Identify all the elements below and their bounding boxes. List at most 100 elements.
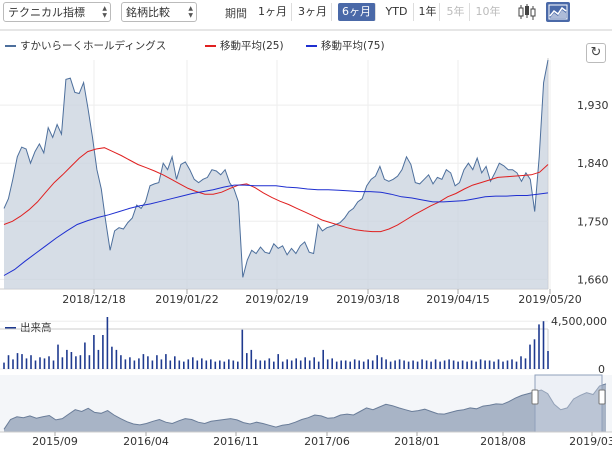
volume-bar bbox=[259, 360, 262, 369]
volume-bar bbox=[430, 361, 432, 369]
volume-bar bbox=[201, 358, 203, 369]
volume-bar bbox=[138, 358, 140, 369]
x-tick-label: 2019/01/22 bbox=[155, 293, 218, 306]
navigator-right-handle[interactable] bbox=[598, 389, 606, 405]
volume-bar bbox=[178, 360, 181, 369]
volume-bar bbox=[264, 360, 266, 369]
x-tick-label: 2019/04/15 bbox=[426, 293, 489, 306]
volume-bar bbox=[7, 355, 10, 369]
navigator-tick-label: 2019/03 bbox=[569, 435, 612, 448]
volume-bar bbox=[461, 360, 464, 369]
volume-bar bbox=[39, 357, 41, 369]
volume-bar bbox=[12, 359, 14, 369]
volume-bar bbox=[124, 359, 127, 369]
x-tick-label: 2019/05/20 bbox=[518, 293, 581, 306]
volume-bar bbox=[70, 352, 73, 369]
volume-bar bbox=[196, 360, 199, 369]
volume-bar bbox=[205, 360, 208, 369]
volume-bar bbox=[299, 360, 302, 369]
volume-bar bbox=[479, 359, 482, 369]
volume-bar bbox=[452, 360, 455, 369]
volume-bar bbox=[425, 360, 428, 369]
volume-bar bbox=[506, 360, 509, 369]
volume-bar bbox=[353, 359, 356, 369]
navigator-tick-label: 2017/06 bbox=[304, 435, 350, 448]
volume-bar bbox=[484, 360, 486, 369]
volume-bar bbox=[183, 361, 185, 369]
volume-bar bbox=[151, 360, 154, 369]
volume-bar bbox=[317, 361, 320, 369]
volume-bar bbox=[515, 361, 518, 369]
navigator-tick-label: 2015/09 bbox=[32, 435, 78, 448]
volume-bar bbox=[268, 358, 271, 369]
volume-bar bbox=[290, 360, 293, 369]
volume-bar bbox=[439, 361, 441, 369]
volume-bar bbox=[304, 357, 306, 369]
x-tick-label: 2019/02/19 bbox=[245, 293, 308, 306]
volume-bar bbox=[520, 356, 522, 369]
volume-bar bbox=[250, 349, 253, 369]
volume-bar bbox=[529, 344, 531, 369]
volume-bar bbox=[497, 359, 500, 369]
volume-bar bbox=[210, 359, 212, 369]
volume-bar bbox=[84, 342, 86, 369]
volume-bar bbox=[79, 355, 82, 369]
volume-bar bbox=[340, 360, 342, 369]
volume-bar bbox=[538, 324, 540, 369]
volume-bar bbox=[434, 359, 437, 369]
volume-bar bbox=[165, 354, 167, 369]
volume-bar bbox=[142, 354, 145, 369]
volume-bar bbox=[214, 361, 217, 369]
volume-bar bbox=[273, 361, 275, 369]
volume-bar bbox=[61, 357, 64, 369]
volume-bar bbox=[407, 361, 410, 369]
volume-bar bbox=[277, 354, 279, 369]
x-tick-label: 2018/12/18 bbox=[62, 293, 125, 306]
volume-bar bbox=[358, 360, 360, 369]
volume-bar bbox=[326, 359, 329, 369]
volume-bar bbox=[219, 360, 221, 369]
volume-bar bbox=[16, 353, 19, 369]
volume-bar bbox=[97, 349, 100, 369]
navigator-selection bbox=[534, 374, 603, 433]
price-chart-svg[interactable]: 1,660 1,750 1,840 1,930 2018/12/18 2019/01/22… bbox=[0, 0, 612, 451]
navigator-tick-label: 2016/04 bbox=[123, 435, 169, 448]
volume-bar bbox=[466, 361, 468, 369]
volume-bar bbox=[43, 358, 46, 369]
volume-bar bbox=[448, 359, 450, 369]
navigator-left-handle[interactable] bbox=[531, 389, 539, 405]
volume-bar bbox=[367, 359, 369, 369]
volume-bar bbox=[394, 360, 396, 369]
volume-bar bbox=[281, 361, 284, 369]
volume-bar bbox=[115, 349, 118, 369]
volume-bar bbox=[187, 359, 190, 369]
volume-bar bbox=[470, 360, 473, 369]
volume-bar bbox=[421, 359, 423, 369]
volume-bar bbox=[376, 355, 378, 369]
volume-bar bbox=[286, 359, 288, 369]
volume-bar bbox=[398, 359, 401, 369]
volume-bar bbox=[313, 357, 315, 369]
volume-bar bbox=[542, 321, 545, 369]
volume-bar bbox=[349, 361, 351, 369]
volume-bar bbox=[371, 360, 374, 369]
volume-bar bbox=[493, 361, 495, 369]
volume-bar bbox=[169, 360, 172, 369]
volume-bar bbox=[475, 361, 477, 369]
y-tick-label: 1,930 bbox=[577, 99, 609, 112]
volume-bar bbox=[502, 361, 504, 369]
volume-bar bbox=[524, 358, 527, 369]
volume-bar bbox=[295, 358, 297, 369]
volume-bar bbox=[533, 339, 536, 369]
volume-bar bbox=[57, 344, 59, 369]
volume-bar bbox=[246, 353, 248, 369]
volume-bar bbox=[344, 360, 347, 369]
volume-bar bbox=[102, 335, 104, 369]
volume-bar bbox=[3, 362, 5, 369]
volume-bar bbox=[403, 360, 405, 369]
volume-bar bbox=[331, 358, 333, 369]
volume-bar bbox=[93, 335, 95, 369]
volume-bar bbox=[223, 361, 226, 369]
y-tick-label: 1,840 bbox=[577, 157, 609, 170]
volume-bar bbox=[129, 357, 131, 369]
